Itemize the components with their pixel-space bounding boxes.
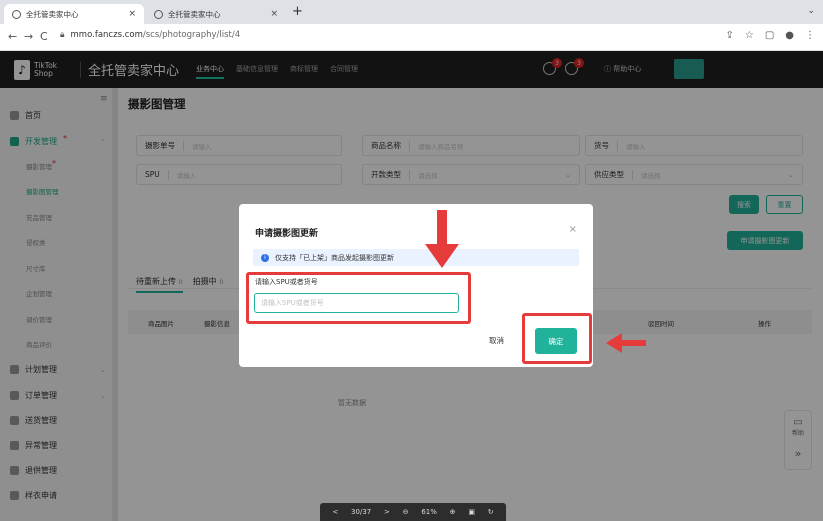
modal-title: 申请摄影图更新 [255,229,319,239]
arrow-down-icon [425,210,459,268]
sidepanel-icon[interactable]: ▢ [765,30,774,41]
next-page-button[interactable]: > [384,508,390,516]
url-host: mmo.fanczs.com [70,30,143,40]
globe-icon [12,9,21,19]
rotate-icon[interactable]: ↻ [488,508,494,516]
star-icon[interactable]: ☆ [745,30,754,41]
arrow-left-icon [606,333,646,353]
info-icon: i [261,253,269,262]
zoom-level: 61% [421,508,437,516]
browser-tab-2[interactable]: 全托管卖家中心 × [146,4,286,24]
fit-icon[interactable]: ▣ [468,508,475,516]
url-path: /scs/photography/list/4 [142,30,241,40]
back-icon[interactable]: ← [8,30,17,43]
browser-tab-label: 全托管卖家中心 [26,9,79,19]
page-indicator: 30/37 [351,508,372,516]
browser-tabbar: 全托管卖家中心 × 全托管卖家中心 × + ⌄ [0,0,823,24]
modal-close-icon[interactable]: × [569,224,577,235]
modal-notice: i 仅支持「已上架」商品发起摄影图更新 [253,249,579,266]
globe-icon [154,9,163,19]
share-icon[interactable]: ⇪ [725,30,733,41]
close-tab-icon[interactable]: × [270,9,278,19]
highlight-input-box [246,272,471,324]
viewer-toolbar: < 30/37 > ⊖ 61% ⊕ ▣ ↻ [320,503,506,521]
forward-icon[interactable]: → [24,30,33,43]
menu-icon[interactable]: ⋮ [805,30,815,41]
url-field[interactable]: 🔒︎ mmo.fanczs.com/scs/photography/list/4 [60,30,240,40]
profile-icon[interactable]: ● [785,30,794,41]
address-bar: ← → C 🔒︎ mmo.fanczs.com/scs/photography/l… [0,24,823,51]
cancel-button[interactable]: 取消 [489,335,504,346]
highlight-confirm-box [522,313,592,364]
new-tab-button[interactable]: + [292,4,303,19]
zoom-out-icon[interactable]: ⊖ [403,508,409,516]
zoom-in-icon[interactable]: ⊕ [450,508,456,516]
close-tab-icon[interactable]: × [128,9,136,19]
browser-tab-label: 全托管卖家中心 [168,9,221,19]
lock-icon: 🔒︎ [60,30,65,40]
browser-tab-1[interactable]: 全托管卖家中心 × [4,4,144,24]
prev-page-button[interactable]: < [332,508,338,516]
browser-actions: ⇪ ☆ ▢ ● ⋮ [725,30,815,41]
reload-icon[interactable]: C [40,30,48,43]
tab-list-chevron-icon[interactable]: ⌄ [807,6,815,16]
